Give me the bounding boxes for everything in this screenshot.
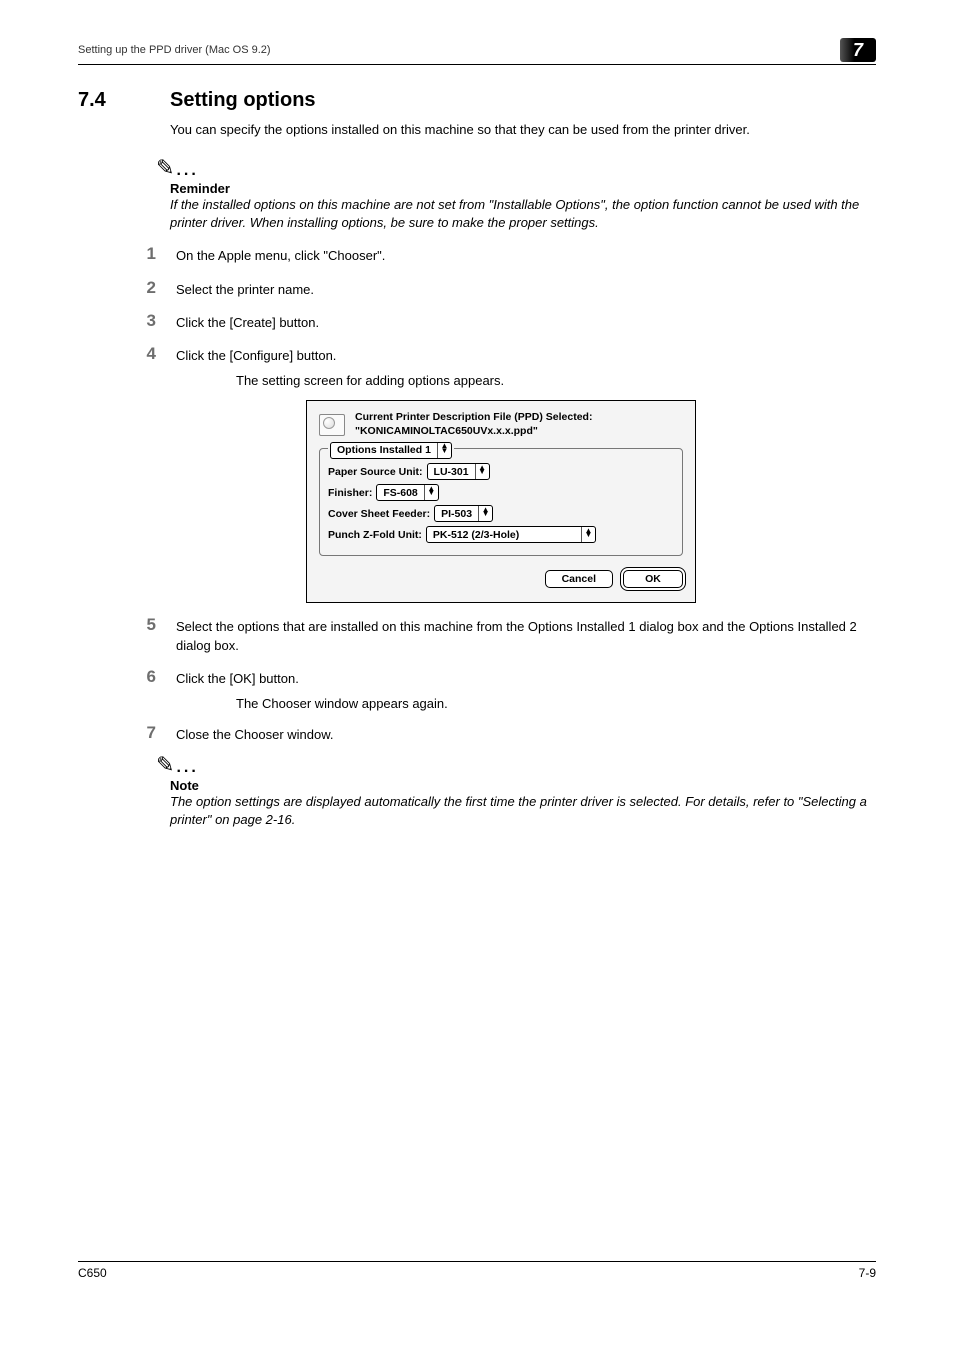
step-number: 5 bbox=[138, 615, 156, 654]
cover-sheet-value: PI-503 bbox=[435, 508, 478, 520]
cover-sheet-select[interactable]: PI-503 ▲▼ bbox=[434, 505, 493, 522]
step-2: 2 Select the printer name. bbox=[138, 278, 876, 299]
ok-button[interactable]: OK bbox=[623, 570, 683, 588]
step-text: Click the [Configure] button. bbox=[176, 344, 336, 365]
reminder-body: If the installed options on this machine… bbox=[170, 196, 876, 232]
footer-model: C650 bbox=[78, 1266, 107, 1280]
header-divider bbox=[78, 64, 876, 65]
note-heading: Note bbox=[170, 778, 876, 793]
reminder-callout: ✎... Reminder If the installed options o… bbox=[170, 155, 876, 232]
chevron-updown-icon: ▲▼ bbox=[478, 506, 492, 521]
dialog-title-line2: "KONICAMINOLTAC650UVx.x.x.ppd" bbox=[355, 425, 592, 439]
chevron-updown-icon: ▲▼ bbox=[437, 443, 451, 458]
paper-source-label: Paper Source Unit: bbox=[328, 466, 423, 478]
breadcrumb: Setting up the PPD driver (Mac OS 9.2) bbox=[78, 44, 271, 56]
section-title: Setting options bbox=[170, 89, 316, 112]
paper-source-value: LU-301 bbox=[428, 466, 475, 478]
step-text: Click the [Create] button. bbox=[176, 311, 319, 332]
step-4: 4 Click the [Configure] button. bbox=[138, 344, 876, 365]
step-5: 5 Select the options that are installed … bbox=[138, 615, 876, 654]
note-icon: ✎... bbox=[156, 752, 876, 778]
step-1: 1 On the Apple menu, click "Chooser". bbox=[138, 244, 876, 265]
group-selector-value: Options Installed 1 bbox=[331, 444, 437, 456]
note-body: The option settings are displayed automa… bbox=[170, 793, 876, 829]
printer-icon bbox=[319, 414, 345, 436]
finisher-select[interactable]: FS-608 ▲▼ bbox=[376, 484, 438, 501]
step-number: 7 bbox=[138, 723, 156, 744]
step-text: Select the options that are installed on… bbox=[176, 615, 876, 654]
chevron-updown-icon: ▲▼ bbox=[581, 527, 595, 542]
step-7: 7 Close the Chooser window. bbox=[138, 723, 876, 744]
footer-page: 7-9 bbox=[859, 1266, 876, 1280]
step-number: 4 bbox=[138, 344, 156, 365]
section-number: 7.4 bbox=[78, 89, 138, 112]
step-number: 6 bbox=[138, 667, 156, 688]
cover-sheet-label: Cover Sheet Feeder: bbox=[328, 508, 430, 520]
options-dialog: Current Printer Description File (PPD) S… bbox=[306, 400, 696, 603]
step-text: Click the [OK] button. bbox=[176, 667, 299, 688]
chapter-number-badge: 7 bbox=[840, 38, 876, 62]
note-callout: ✎... Note The option settings are displa… bbox=[170, 752, 876, 829]
section-intro: You can specify the options installed on… bbox=[170, 122, 876, 137]
reminder-heading: Reminder bbox=[170, 181, 876, 196]
options-group: Options Installed 1 ▲▼ Paper Source Unit… bbox=[319, 448, 683, 556]
dialog-title-line1: Current Printer Description File (PPD) S… bbox=[355, 411, 592, 425]
punch-zfold-value: PK-512 (2/3-Hole) bbox=[427, 529, 581, 541]
step-number: 3 bbox=[138, 311, 156, 332]
paper-source-select[interactable]: LU-301 ▲▼ bbox=[427, 463, 490, 480]
step-text: Close the Chooser window. bbox=[176, 723, 334, 744]
footer-divider bbox=[78, 1261, 876, 1262]
finisher-label: Finisher: bbox=[328, 487, 372, 499]
chevron-updown-icon: ▲▼ bbox=[424, 485, 438, 500]
chevron-updown-icon: ▲▼ bbox=[475, 464, 489, 479]
step-text: Select the printer name. bbox=[176, 278, 314, 299]
punch-zfold-select[interactable]: PK-512 (2/3-Hole) ▲▼ bbox=[426, 526, 596, 543]
step-6: 6 Click the [OK] button. bbox=[138, 667, 876, 688]
reminder-icon: ✎... bbox=[156, 155, 876, 181]
step-text: On the Apple menu, click "Chooser". bbox=[176, 244, 385, 265]
punch-zfold-label: Punch Z-Fold Unit: bbox=[328, 529, 422, 541]
group-selector[interactable]: Options Installed 1 ▲▼ bbox=[330, 442, 452, 459]
step-4-subtext: The setting screen for adding options ap… bbox=[236, 373, 876, 388]
step-number: 2 bbox=[138, 278, 156, 299]
step-number: 1 bbox=[138, 244, 156, 265]
step-3: 3 Click the [Create] button. bbox=[138, 311, 876, 332]
finisher-value: FS-608 bbox=[377, 487, 423, 499]
step-6-subtext: The Chooser window appears again. bbox=[236, 696, 876, 711]
cancel-button[interactable]: Cancel bbox=[545, 570, 613, 588]
